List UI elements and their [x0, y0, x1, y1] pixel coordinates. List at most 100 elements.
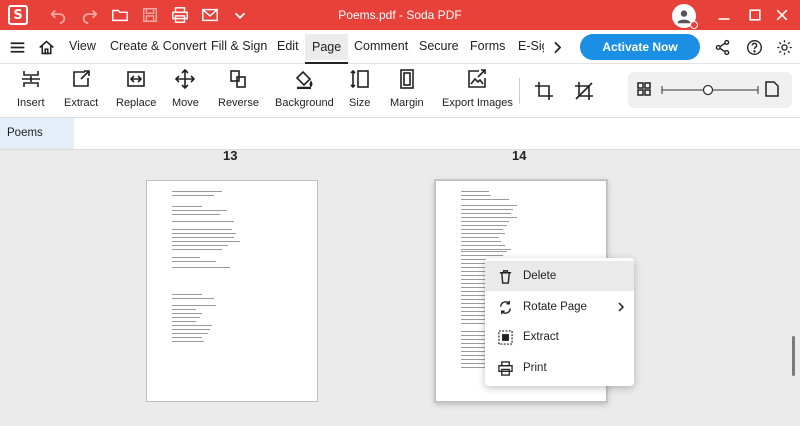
print-icon: [497, 360, 513, 376]
tab-view[interactable]: View: [69, 39, 96, 53]
vertical-scrollbar[interactable]: [792, 336, 795, 376]
thumbnail-text-line: [172, 214, 220, 215]
minimize-icon[interactable]: [714, 5, 734, 25]
thumbnail-text-line: [461, 255, 503, 256]
undo-icon[interactable]: [48, 5, 68, 25]
margin-icon: [400, 69, 414, 89]
thumbnail-text-line: [172, 210, 227, 211]
thumbnail-text-line: [461, 229, 503, 230]
hamburger-menu-icon[interactable]: [8, 38, 26, 56]
thumbnail-text-line: [172, 305, 216, 306]
page-toolbar: Insert Extract Replace Move Reverse Back…: [0, 64, 800, 118]
thumbnail-text-line: [172, 249, 222, 250]
context-extract-item[interactable]: Extract: [485, 322, 634, 352]
tab-create-convert[interactable]: Create & Convert: [110, 39, 207, 53]
thumbnail-text-line: [172, 341, 204, 342]
grid-view-icon[interactable]: [637, 82, 651, 96]
thumbnail-text-line: [461, 237, 499, 238]
tab-forms[interactable]: Forms: [470, 39, 505, 53]
tab-fill-sign[interactable]: Fill & Sign: [211, 39, 267, 53]
extract-button[interactable]: Extract: [64, 69, 98, 109]
context-delete-item[interactable]: Delete: [485, 261, 634, 291]
tab-secure[interactable]: Secure: [419, 39, 459, 53]
thumbnail-text-line: [172, 267, 230, 268]
maximize-icon[interactable]: [745, 5, 765, 25]
share-icon[interactable]: [713, 38, 731, 56]
single-page-icon[interactable]: [765, 81, 779, 97]
tab-e-sign[interactable]: E-Sig: [518, 39, 544, 53]
chevron-down-icon[interactable]: [230, 5, 250, 25]
reverse-button[interactable]: Reverse: [218, 69, 259, 109]
close-icon[interactable]: [772, 5, 792, 25]
reverse-icon: [230, 70, 247, 88]
thumbnail-text-line: [172, 309, 196, 310]
thumbnail-text-line: [172, 245, 228, 246]
thumbnail-text-line: [172, 333, 208, 334]
notification-dot: [690, 21, 698, 29]
thumbnail-text-line: [172, 233, 236, 234]
thumbnail-text-line: [172, 195, 214, 196]
thumbnail-text-line: [172, 329, 210, 330]
thumbnail-text-line: [461, 217, 517, 218]
thumbnail-text-line: [172, 221, 234, 222]
thumbnail-text-line: [172, 257, 200, 258]
save-icon[interactable]: [140, 5, 160, 25]
thumbnail-text-line: [172, 313, 202, 314]
page-workspace: [0, 150, 800, 426]
document-tab-poems[interactable]: Poems: [0, 118, 74, 149]
thumbnail-text-line: [461, 195, 491, 196]
open-folder-icon[interactable]: [110, 5, 130, 25]
move-button[interactable]: Move: [172, 69, 199, 109]
thumbnail-text-line: [172, 317, 200, 318]
replace-button[interactable]: Replace: [116, 69, 156, 109]
tab-page[interactable]: Page: [305, 34, 349, 64]
user-avatar-icon[interactable]: [672, 4, 698, 29]
activate-now-button[interactable]: Activate Now: [580, 34, 700, 60]
size-icon: [350, 69, 369, 89]
toolbar-divider: [519, 78, 520, 104]
tab-comment[interactable]: Comment: [354, 39, 408, 53]
print-icon[interactable]: [170, 5, 190, 25]
export-images-button[interactable]: Export Images: [442, 69, 513, 109]
thumbnail-text-line: [461, 249, 511, 250]
trash-icon: [497, 268, 513, 284]
thumbnail-text-line: [461, 199, 509, 200]
email-icon[interactable]: [200, 5, 220, 25]
zoom-slider[interactable]: [660, 82, 760, 98]
page-number-13: 13: [223, 148, 238, 163]
thumbnail-text-line: [461, 245, 505, 246]
thumbnail-text-line: [172, 325, 212, 326]
crop-icon: [535, 82, 553, 100]
help-icon[interactable]: [745, 38, 763, 56]
insert-button[interactable]: Insert: [17, 69, 45, 109]
size-button[interactable]: Size: [349, 69, 370, 109]
title-bar: S Poems.pdf - Soda PDF: [0, 0, 800, 30]
rotate-icon: [497, 299, 513, 315]
crop-remove-icon: [575, 82, 593, 100]
settings-gear-icon[interactable]: [775, 38, 793, 56]
page-context-menu: Delete Rotate Page Extract Print: [485, 258, 634, 386]
chevron-right-icon[interactable]: [548, 38, 566, 56]
thumbnail-text-line: [461, 233, 505, 234]
home-icon[interactable]: [37, 38, 55, 56]
soda-pdf-logo[interactable]: S: [8, 5, 28, 25]
extract-icon: [73, 70, 90, 87]
background-button[interactable]: Background: [275, 69, 334, 109]
crop-button[interactable]: [534, 81, 554, 101]
context-print-item[interactable]: Print: [485, 353, 634, 383]
context-rotate-page-item[interactable]: Rotate Page: [485, 292, 634, 322]
tab-edit[interactable]: Edit: [277, 39, 299, 53]
page-thumbnail-13[interactable]: [146, 180, 318, 402]
thumbnail-text-line: [461, 213, 511, 214]
replace-icon: [127, 71, 145, 87]
thumbnail-text-line: [461, 221, 509, 222]
thumbnail-text-line: [461, 191, 489, 192]
thumbnail-text-line: [172, 261, 216, 262]
thumbnail-text-line: [172, 294, 202, 295]
thumbnail-text-line: [461, 241, 501, 242]
crop-remove-button[interactable]: [574, 81, 594, 101]
page-number-14: 14: [512, 148, 527, 163]
redo-icon[interactable]: [80, 5, 100, 25]
margin-button[interactable]: Margin: [390, 69, 424, 109]
thumbnail-text-line: [172, 337, 202, 338]
